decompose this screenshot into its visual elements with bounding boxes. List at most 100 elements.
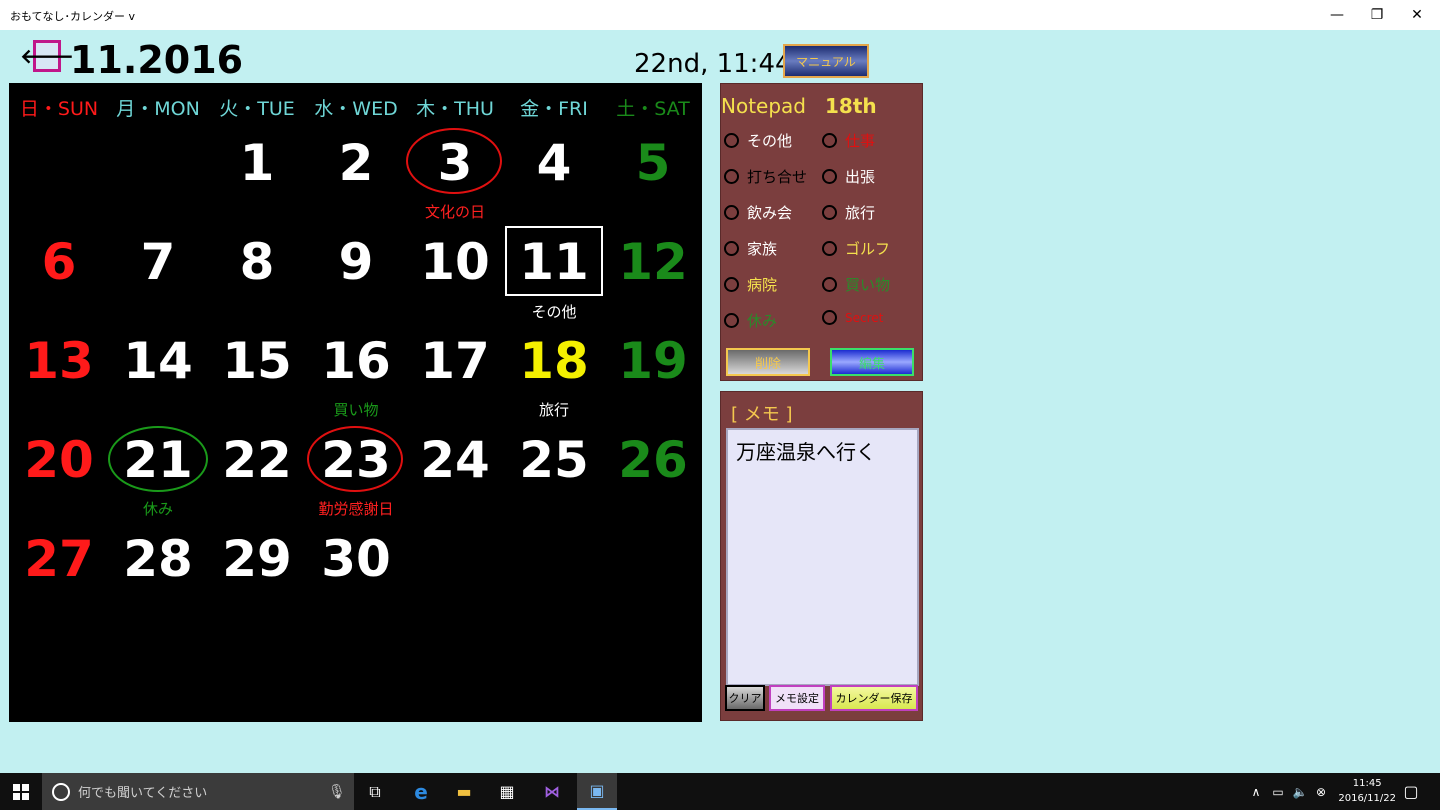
window-title: おもてなし･カレンダー v — [10, 10, 136, 23]
volume-icon[interactable]: 🔈 — [1290, 773, 1310, 810]
calendar-app-icon[interactable]: ▣ — [577, 773, 617, 810]
day-cell[interactable]: 9 — [306, 232, 406, 292]
radio-icon — [724, 313, 739, 328]
day-cell[interactable]: 1 — [207, 133, 307, 193]
memo-title: [ メモ ] — [731, 404, 793, 425]
taskbar-clock[interactable]: 11:45 2016/11/22 — [1338, 776, 1396, 806]
memo-settings-button[interactable]: メモ設定 — [769, 685, 825, 711]
notification-x-icon[interactable]: ⊗ — [1311, 773, 1331, 810]
option-secret[interactable]: Secret — [822, 310, 883, 325]
memo-panel: [ メモ ] 万座温泉へ行く クリア メモ設定 カレンダー保存 — [720, 391, 923, 721]
day-cell[interactable]: 10 — [405, 232, 505, 292]
clock-time: 11:45 — [1352, 778, 1382, 789]
radio-icon — [724, 169, 739, 184]
day-cell[interactable]: 18 — [504, 331, 604, 391]
store-icon[interactable]: ▦ — [488, 773, 526, 810]
event-label: その他 — [531, 303, 577, 321]
chevron-up-icon[interactable]: ∧ — [1246, 773, 1266, 810]
save-calendar-button[interactable]: カレンダー保存 — [830, 685, 918, 711]
day-cell[interactable]: 7 — [108, 232, 208, 292]
day-cell[interactable]: 15 — [207, 331, 307, 391]
day-cell[interactable]: 11 — [504, 232, 604, 292]
radio-icon — [822, 310, 837, 325]
edit-button[interactable]: 編集 — [830, 348, 914, 376]
radio-icon — [724, 241, 739, 256]
day-cell[interactable]: 23 — [306, 430, 406, 490]
clear-button[interactable]: クリア — [725, 685, 765, 711]
taskbar-search-box[interactable]: 何でも聞いてください 🎙 — [42, 773, 354, 810]
delete-button[interactable]: 削除 — [726, 348, 810, 376]
event-label: 文化の日 — [424, 203, 485, 221]
option-kazoku[interactable]: 家族 — [724, 238, 777, 259]
clock-date: 2016/11/22 — [1338, 793, 1396, 804]
notepad-title: Notepad — [721, 94, 806, 118]
weekday-header-sat: 土・SAT — [616, 98, 690, 120]
option-yasumi[interactable]: 休み — [724, 310, 777, 331]
option-shigoto[interactable]: 仕事 — [822, 130, 875, 151]
search-placeholder: 何でも聞いてください — [78, 786, 208, 801]
radio-icon — [822, 205, 837, 220]
action-center-icon[interactable]: ▢ — [1396, 773, 1426, 810]
day-cell[interactable]: 2 — [306, 133, 406, 193]
memo-textarea[interactable]: 万座温泉へ行く — [726, 428, 919, 686]
day-cell[interactable]: 4 — [504, 133, 604, 193]
day-cell[interactable]: 24 — [405, 430, 505, 490]
calendar-grid: 日・SUN 月・MON 火・TUE 水・WED 木・THU 金・FRI 土・SA… — [9, 83, 702, 722]
day-cell[interactable]: 26 — [603, 430, 703, 490]
radio-icon — [822, 241, 837, 256]
current-datetime: 22nd, 11:44 — [634, 49, 792, 79]
option-kaimono[interactable]: 買い物 — [822, 274, 890, 295]
weekday-header-thu: 木・THU — [416, 98, 494, 120]
day-cell[interactable]: 29 — [207, 529, 307, 589]
day-cell[interactable]: 5 — [603, 133, 703, 193]
radio-icon — [724, 277, 739, 292]
option-sonota[interactable]: その他 — [724, 130, 792, 151]
option-shuccho[interactable]: 出張 — [822, 166, 875, 187]
day-cell[interactable]: 27 — [9, 529, 109, 589]
weekday-header-mon: 月・MON — [116, 98, 200, 120]
microphone-icon[interactable]: 🎙 — [328, 784, 346, 800]
taskbar: 何でも聞いてください 🎙 ⧉ e ▬ ▦ ⋈ ▣ ∧ ▭ 🔈 ⊗ 11:45 2… — [0, 773, 1440, 810]
day-cell[interactable]: 3 — [405, 133, 505, 193]
file-explorer-icon[interactable]: ▬ — [445, 773, 483, 810]
option-golf[interactable]: ゴルフ — [822, 238, 890, 259]
close-button[interactable]: ✕ — [1394, 0, 1440, 30]
day-cell[interactable]: 6 — [9, 232, 109, 292]
day-cell[interactable]: 30 — [306, 529, 406, 589]
day-cell[interactable]: 25 — [504, 430, 604, 490]
windows-start-icon[interactable] — [0, 773, 42, 810]
weekday-header-sun: 日・SUN — [19, 98, 99, 120]
day-cell[interactable]: 14 — [108, 331, 208, 391]
radio-icon — [822, 277, 837, 292]
option-byoin[interactable]: 病院 — [724, 274, 777, 295]
radio-icon — [822, 169, 837, 184]
option-nomikai[interactable]: 飲み会 — [724, 202, 792, 223]
event-label: 休み — [142, 500, 173, 518]
day-cell[interactable]: 12 — [603, 232, 703, 292]
day-cell[interactable]: 28 — [108, 529, 208, 589]
day-cell[interactable]: 16 — [306, 331, 406, 391]
day-cell[interactable]: 22 — [207, 430, 307, 490]
option-uchiawase[interactable]: 打ち合せ — [724, 166, 807, 187]
weekday-header-fri: 金・FRI — [520, 98, 588, 120]
event-label: 勤労感謝日 — [318, 500, 394, 518]
title-bar: おもてなし･カレンダー v — ❐ ✕ — [0, 0, 1440, 30]
day-cell[interactable]: 19 — [603, 331, 703, 391]
day-cell[interactable]: 8 — [207, 232, 307, 292]
visual-studio-icon[interactable]: ⋈ — [533, 773, 571, 810]
day-cell[interactable]: 17 — [405, 331, 505, 391]
task-view-icon[interactable]: ⧉ — [356, 773, 394, 810]
edge-icon[interactable]: e — [402, 773, 440, 810]
manual-button[interactable]: マニュアル — [783, 44, 869, 78]
weekday-header-tue: 火・TUE — [219, 98, 295, 120]
radio-icon — [724, 133, 739, 148]
day-cell[interactable]: 21 — [108, 430, 208, 490]
cortana-icon — [52, 782, 70, 801]
back-arrow-icon[interactable]: 🡐 — [20, 40, 74, 72]
radio-icon — [724, 205, 739, 220]
option-ryoko[interactable]: 旅行 — [822, 202, 875, 223]
radio-icon — [822, 133, 837, 148]
day-cell[interactable]: 13 — [9, 331, 109, 391]
network-icon[interactable]: ▭ — [1268, 773, 1288, 810]
day-cell[interactable]: 20 — [9, 430, 109, 490]
